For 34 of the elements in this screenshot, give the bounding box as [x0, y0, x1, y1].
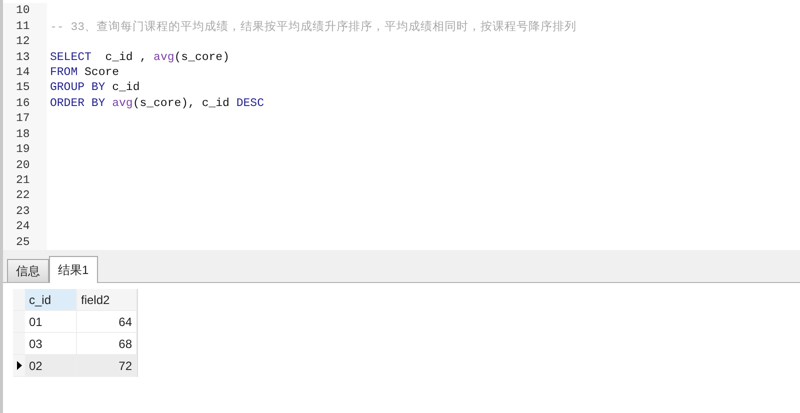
code-line: GROUP BY c_id	[49, 81, 140, 94]
line-number: 10	[3, 3, 47, 18]
header-corner	[13, 289, 25, 311]
line-number: 16	[3, 96, 47, 112]
result-tab[interactable]: 信息	[7, 259, 49, 282]
current-row-icon	[16, 361, 22, 370]
line-number: 18	[3, 126, 47, 142]
code-line: SELECT c_id , avg(s_core)	[49, 50, 230, 64]
line-number: 13	[3, 49, 47, 65]
row-header[interactable]	[13, 355, 25, 377]
table-cell: 01	[25, 311, 77, 333]
line-number: 19	[3, 142, 47, 158]
code-comment: -- 33、查询每门课程的平均成绩，结果按平均成绩升序排序，平均成绩相同时，按课程号降序排列	[49, 19, 577, 34]
line-number: 23	[3, 204, 47, 220]
line-number: 12	[3, 34, 47, 50]
table-cell: 03	[25, 333, 77, 355]
table-cell: 68	[77, 333, 137, 355]
result-tab[interactable]: 结果1	[49, 256, 98, 283]
table-cell: 02	[25, 355, 77, 377]
line-number: 25	[3, 234, 47, 250]
line-number: 14	[3, 64, 47, 80]
line-number: 15	[3, 80, 47, 96]
line-number: 22	[3, 188, 47, 204]
line-number: 20	[3, 157, 47, 173]
table-cell: 72	[77, 355, 137, 377]
line-number: 21	[3, 172, 47, 188]
code-line: FROM Score	[49, 66, 120, 79]
line-number: 24	[3, 219, 47, 235]
column-header[interactable]: c_id	[25, 289, 77, 311]
column-header[interactable]: field2	[77, 289, 137, 311]
line-number: 17	[3, 111, 47, 126]
line-number: 11	[3, 18, 47, 34]
code-line: ORDER BY avg(s_core), c_id DESC	[49, 96, 264, 110]
table-cell: 64	[77, 311, 137, 333]
